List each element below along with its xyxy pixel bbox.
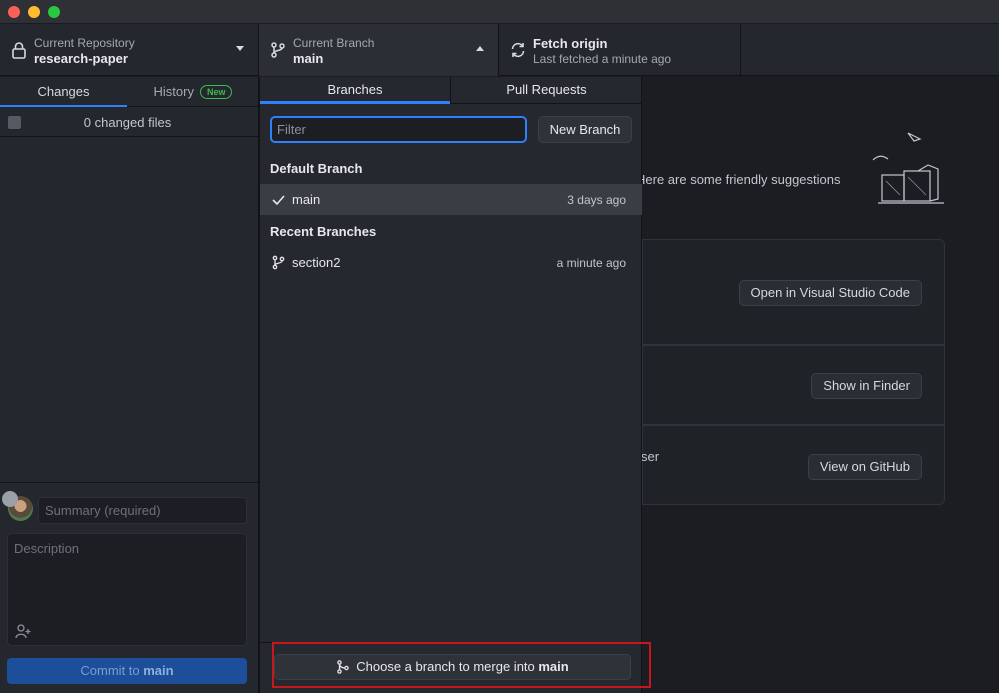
branches-dropdown: Branches Pull Requests Filter New Branch… — [259, 77, 642, 693]
new-branch-button[interactable]: New Branch — [538, 116, 632, 143]
default-branch-heading: Default Branch — [270, 161, 363, 176]
minimize-window-button[interactable] — [28, 6, 40, 18]
description-placeholder: Description — [14, 541, 80, 556]
recent-branches-heading: Recent Branches — [270, 224, 377, 239]
merge-branch-button[interactable]: Choose a branch to merge into main — [274, 654, 631, 680]
tab-changes[interactable]: Changes — [0, 77, 127, 107]
suggestions-text: Here are some friendly suggestions — [636, 172, 841, 187]
fetch-origin-button[interactable]: Fetch origin Last fetched a minute ago — [499, 24, 741, 76]
suggestion-card-github: View on GitHub — [642, 425, 945, 505]
summary-input[interactable]: Summary (required) — [38, 497, 247, 524]
avatar[interactable] — [2, 491, 33, 521]
partial-card-text: ser — [641, 449, 660, 464]
toolbar: Current Repository research-paper Curren… — [0, 24, 999, 76]
tab-history-label: History — [153, 84, 194, 99]
branch-item-section2[interactable]: section2 a minute ago — [260, 247, 642, 278]
branch-filter-input[interactable]: Filter — [270, 116, 527, 143]
boxes-illustration-icon — [872, 132, 944, 204]
view-on-github-button[interactable]: View on GitHub — [807, 454, 922, 480]
window-titlebar — [0, 0, 999, 24]
zoom-window-button[interactable] — [48, 6, 60, 18]
merge-button-branch: main — [538, 659, 569, 674]
sync-icon — [511, 42, 525, 58]
commit-form: Summary (required) Description Commit to… — [0, 482, 259, 693]
tab-pull-requests[interactable]: Pull Requests — [450, 77, 642, 104]
current-branch-button[interactable]: Current Branch main — [259, 24, 499, 76]
tab-history[interactable]: History New — [127, 77, 259, 107]
tab-changes-label: Changes — [37, 84, 90, 99]
commit-button-prefix: Commit to — [80, 663, 144, 678]
fetch-subtitle: Last fetched a minute ago — [533, 52, 672, 66]
repository-label: Current Repository — [34, 36, 135, 50]
branch-name: main — [293, 51, 324, 66]
changed-files-count: 0 changed files — [83, 115, 172, 130]
tab-branches[interactable]: Branches — [260, 77, 450, 104]
changed-files-header: 0 changed files — [0, 107, 258, 137]
commit-button-branch: main — [143, 663, 174, 678]
new-badge: New — [199, 85, 233, 99]
suggestion-card-editor: Open in Visual Studio Code — [642, 239, 945, 345]
branch-name: main — [292, 192, 321, 207]
chevron-down-icon — [236, 46, 244, 51]
branch-label: Current Branch — [293, 36, 375, 50]
open-in-vscode-button[interactable]: Open in Visual Studio Code — [738, 280, 922, 306]
close-window-button[interactable] — [8, 6, 20, 18]
branch-name: section2 — [292, 255, 341, 270]
checkmark-icon — [272, 195, 285, 206]
show-in-finder-button[interactable]: Show in Finder — [811, 373, 922, 399]
merge-button-prefix: Choose a branch to merge into — [356, 659, 539, 674]
fetch-title: Fetch origin — [533, 36, 608, 51]
dropdown-tabs: Branches Pull Requests — [260, 77, 641, 104]
current-repository-button[interactable]: Current Repository research-paper — [0, 24, 259, 76]
merge-footer: Choose a branch to merge into main — [260, 642, 642, 693]
description-input[interactable]: Description — [7, 533, 247, 646]
merge-icon — [337, 660, 350, 674]
lock-icon — [12, 42, 26, 59]
suggestion-card-finder: Show in Finder — [642, 345, 945, 425]
branch-icon — [272, 255, 285, 270]
chevron-up-icon — [476, 46, 484, 51]
sidebar-tabs: Changes History New — [0, 77, 258, 107]
avatar-status-dot — [2, 491, 18, 507]
add-coauthor-icon[interactable] — [15, 623, 31, 639]
branch-time: a minute ago — [556, 256, 626, 270]
branch-item-main[interactable]: main 3 days ago — [260, 184, 642, 215]
branch-time: 3 days ago — [567, 193, 626, 207]
commit-button[interactable]: Commit to main — [7, 658, 247, 684]
changes-sidebar: Changes History New 0 changed files Summa… — [0, 77, 259, 693]
branch-icon — [271, 42, 285, 58]
repository-name: research-paper — [34, 51, 128, 66]
